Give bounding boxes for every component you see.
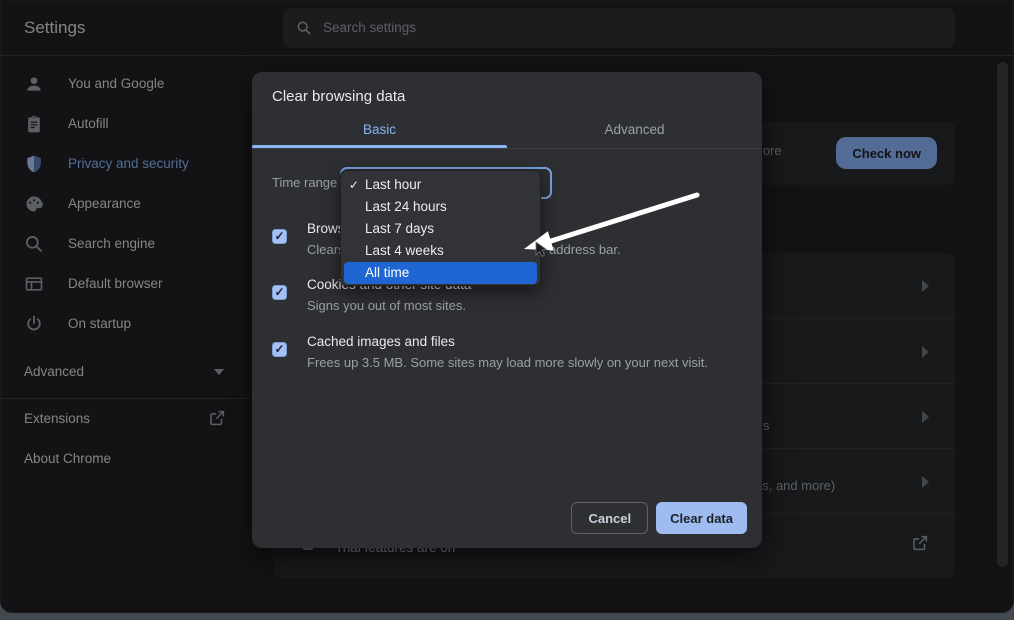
checkbox-row-cached-images[interactable]: Cached images and files Frees up 3.5 MB.…	[272, 334, 732, 370]
dropdown-item-last-7-days[interactable]: Last 7 days	[341, 218, 540, 240]
cached-images-checkbox[interactable]	[272, 342, 287, 357]
cancel-button[interactable]: Cancel	[571, 502, 648, 534]
dialog-title: Clear browsing data	[272, 88, 405, 105]
dialog-buttons: Cancel Clear data	[571, 502, 747, 534]
browsing-history-checkbox[interactable]	[272, 229, 287, 244]
clear-browsing-data-dialog: Clear browsing data Basic Advanced Time …	[252, 72, 762, 548]
dropdown-item-last-hour[interactable]: ✓ Last hour	[341, 174, 540, 196]
dropdown-item-last-24-hours[interactable]: Last 24 hours	[341, 196, 540, 218]
tab-advanced[interactable]: Advanced	[507, 118, 762, 148]
tab-basic[interactable]: Basic	[252, 118, 507, 148]
dropdown-item-all-time[interactable]: All time	[344, 262, 537, 284]
dropdown-item-last-4-weeks[interactable]: Last 4 weeks	[341, 240, 540, 262]
cookies-checkbox[interactable]	[272, 285, 287, 300]
time-range-label: Time range	[272, 175, 337, 190]
checkbox-title: Cached images and files	[307, 334, 732, 349]
checkbox-description: Frees up 3.5 MB. Some sites may load mor…	[307, 355, 732, 370]
chrome-settings-window: Settings Search settings You and Google …	[0, 0, 1014, 613]
tabs-divider	[252, 148, 762, 149]
checkbox-description: Signs you out of most sites.	[307, 298, 732, 313]
time-range-dropdown: ✓ Last hour Last 24 hours Last 7 days La…	[340, 170, 541, 286]
clear-data-button[interactable]: Clear data	[656, 502, 747, 534]
checkmark-icon: ✓	[349, 174, 363, 196]
dialog-tabs: Basic Advanced	[252, 118, 762, 148]
